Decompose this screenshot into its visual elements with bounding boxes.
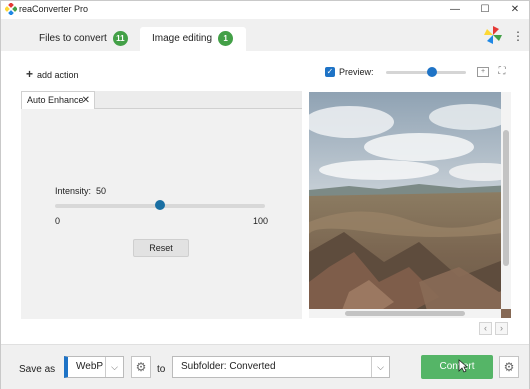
intensity-value: 50 [96, 186, 107, 196]
action-tab-auto-enhance[interactable]: Auto Enhance ✕ [21, 91, 95, 109]
gear-icon: ⚙ [503, 360, 515, 374]
tab-image-editing[interactable]: Image editing 1 [140, 27, 246, 51]
mouse-cursor-icon [458, 359, 468, 373]
save-as-label: Save as [19, 364, 56, 375]
previous-image-button[interactable]: ‹ [479, 322, 492, 335]
intensity-min: 0 [55, 216, 61, 226]
preview-zoom-slider[interactable] [386, 71, 466, 74]
minimize-button[interactable]: — [441, 1, 469, 19]
fit-window-icon[interactable]: + [477, 67, 489, 77]
vertical-scroll-thumb[interactable] [503, 130, 509, 266]
app-logo-icon [5, 3, 17, 15]
convert-settings-button[interactable]: ⚙ [499, 356, 519, 378]
action-panel: Intensity: 50 0 100 Reset Auto Enhance ✕ [21, 91, 302, 319]
to-label: to [157, 364, 166, 375]
reset-button[interactable]: Reset [133, 239, 189, 257]
action-count-badge: 1 [218, 30, 234, 46]
intensity-max: 100 [253, 216, 269, 226]
preview-label: Preview: [339, 67, 374, 77]
output-bar: Save as WebP ⌵ ⚙ to Subfolder: Converted… [1, 344, 529, 389]
app-title: reaConverter Pro [19, 4, 89, 14]
preview-vertical-scrollbar[interactable] [501, 92, 511, 309]
actual-size-icon[interactable]: ⛶ [496, 66, 508, 78]
title-bar: reaConverter Pro — ☐ ✕ [1, 1, 529, 19]
maximize-button[interactable]: ☐ [471, 1, 499, 19]
close-button[interactable]: ✕ [501, 1, 529, 19]
next-image-button[interactable]: › [495, 322, 508, 335]
tab-files-to-convert[interactable]: Files to convert 11 [27, 27, 135, 51]
app-window: reaConverter Pro — ☐ ✕ Files to convert 1… [0, 0, 530, 389]
format-select[interactable]: WebP ⌵ [64, 356, 124, 378]
chevron-down-icon[interactable]: ⌵ [371, 357, 389, 377]
preview-horizontal-scrollbar[interactable] [309, 309, 501, 318]
destination-select[interactable]: Subfolder: Converted ⌵ [172, 356, 390, 378]
preview-image [309, 92, 511, 318]
editing-toolbar: + add action ✓ Preview: + ⛶ [1, 51, 529, 91]
plus-icon: + [26, 67, 34, 81]
gear-icon: ⚙ [135, 360, 147, 374]
preview-checkbox[interactable]: ✓ [325, 67, 335, 77]
file-count-badge: 11 [112, 30, 128, 46]
add-action-button[interactable]: + add action [26, 67, 79, 81]
tab-label: Image editing [152, 33, 213, 44]
action-settings: Intensity: 50 0 100 Reset [21, 108, 302, 319]
pinwheel-icon[interactable] [483, 25, 503, 45]
format-settings-button[interactable]: ⚙ [131, 356, 151, 378]
more-menu-icon[interactable]: ⋮ [512, 27, 524, 45]
close-action-icon[interactable]: ✕ [82, 92, 90, 109]
intensity-thumb[interactable] [155, 200, 165, 210]
preview-zoom-thumb[interactable] [427, 67, 437, 77]
horizontal-scroll-thumb[interactable] [345, 311, 465, 316]
tab-label: Files to convert [39, 33, 107, 44]
tab-strip: Files to convert 11 Image editing 1 [1, 19, 529, 51]
convert-button[interactable]: Convert [421, 355, 493, 379]
chevron-down-icon[interactable]: ⌵ [105, 357, 123, 377]
intensity-label: Intensity: 50 [55, 186, 107, 196]
